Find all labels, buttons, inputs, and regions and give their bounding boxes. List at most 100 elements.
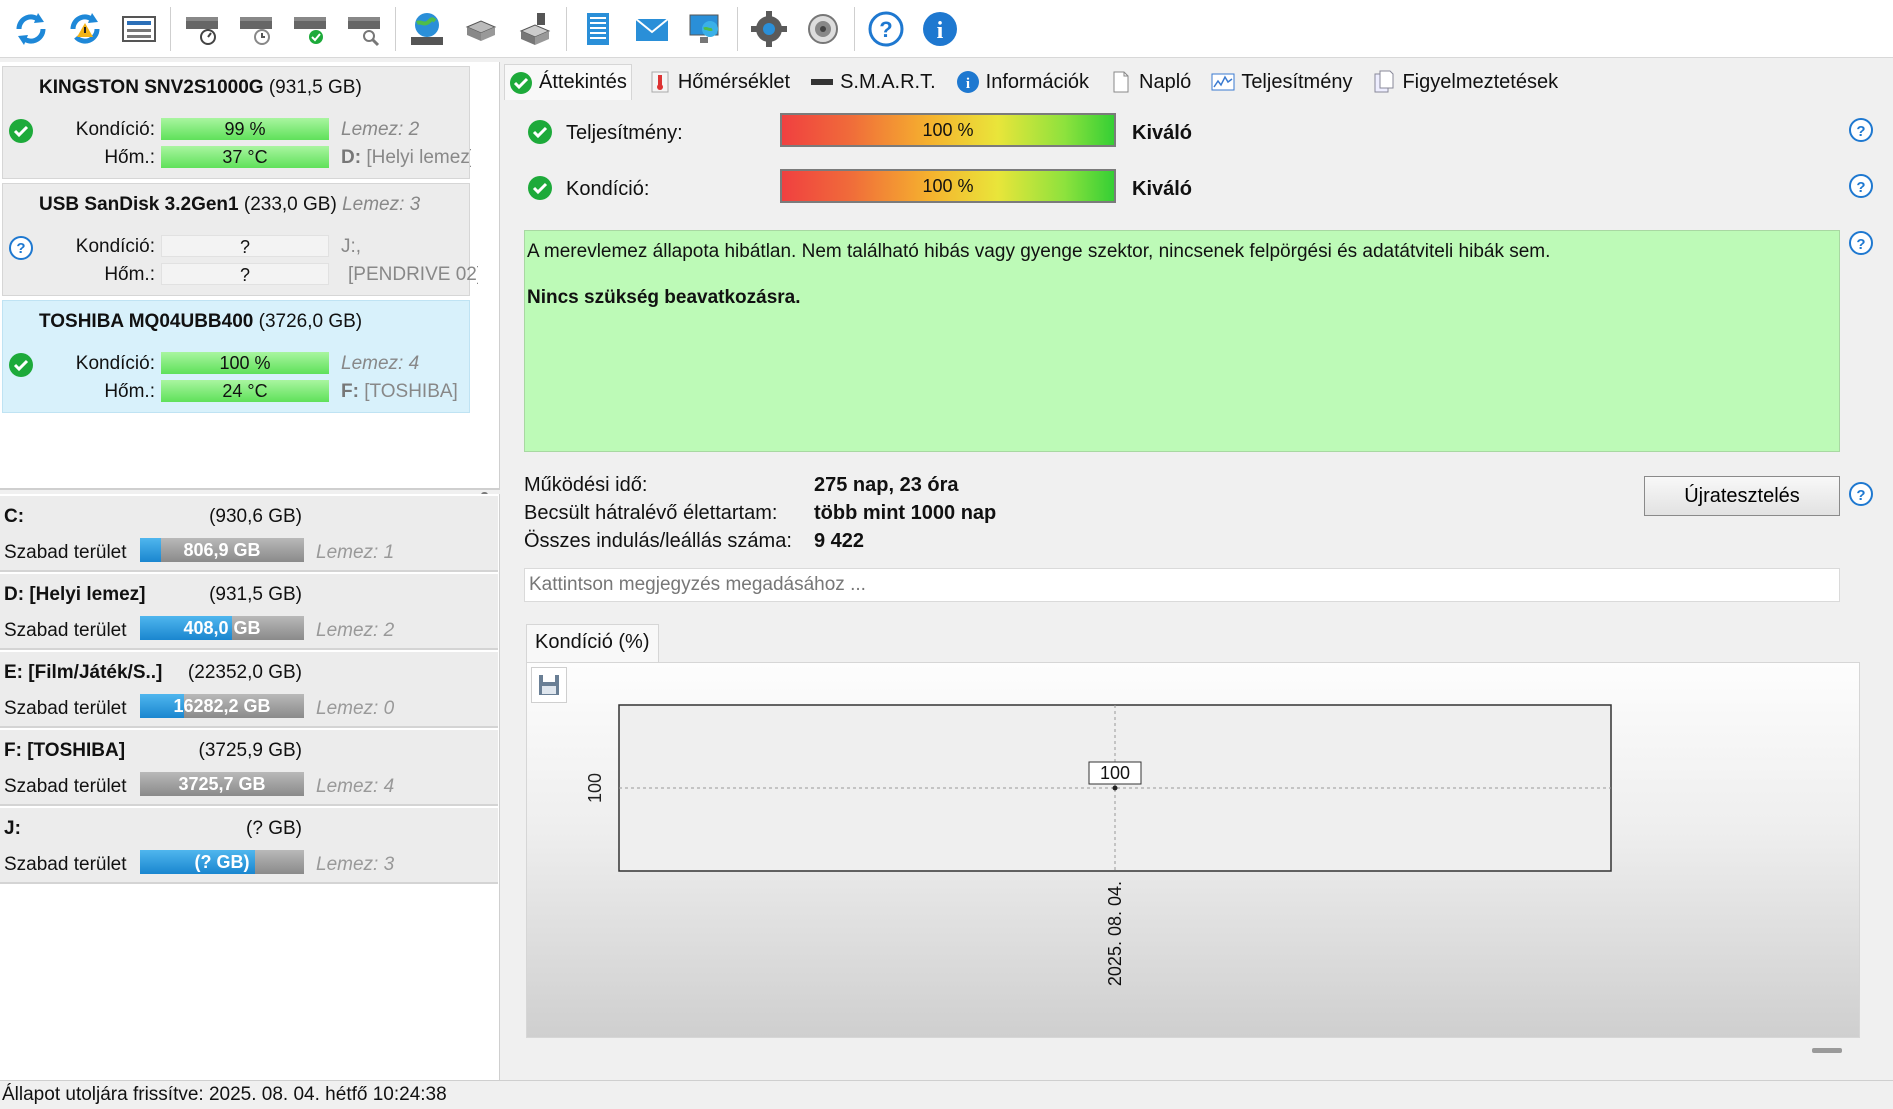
volume-name: E: [Film/Játék/S..] [4,662,163,683]
free-space-bar: 3725,7 GB [140,772,304,796]
tab-performance[interactable]: Teljesítmény [1207,64,1356,100]
volume-disk: Lemez: 0 [316,698,395,719]
toolbar-separator [170,6,171,51]
refresh-icon[interactable] [6,4,56,54]
disk-item-toshiba[interactable]: TOSHIBA MQ04UBB400 (3726,0 GB) Kondíció:… [2,300,470,413]
volume-size: (? GB) [246,818,302,839]
uptime-value: 275 nap, 23 óra [814,474,959,496]
performance-rating: Kiváló [1132,122,1193,144]
temp-bar: ? [161,263,329,285]
gear-icon[interactable] [744,4,794,54]
tab-temperature[interactable]: Hőmérséklet [644,64,794,100]
help-icon[interactable]: ? [1848,481,1874,507]
starts-value: 9 422 [814,530,865,552]
condition-rating: Kiváló [1132,178,1193,200]
lifetime-label: Becsült hátralévő élettartam: [524,502,778,524]
info-icon: i [956,71,979,93]
help-icon[interactable]: ? [1848,230,1874,256]
disk-check-icon[interactable] [285,4,335,54]
free-space-label: Szabad terület [4,698,127,719]
drive-name: [PENDRIVE 02] [348,264,478,285]
toolbar-separator [737,6,738,51]
lifetime-value: több mint 1000 nap [814,502,997,524]
volume-name: F: [TOSHIBA] [4,740,126,761]
drive-letters: J:, [341,236,362,257]
refresh-warning-icon[interactable] [60,4,110,54]
disk-title: TOSHIBA MQ04UBB400 (3726,0 GB) [39,311,363,332]
svg-text:i: i [966,76,970,92]
volume-item-f[interactable]: F: [TOSHIBA] (3725,9 GB) Szabad terület … [0,730,498,806]
note-input[interactable] [524,568,1840,602]
svg-text:?: ? [1856,123,1865,140]
speaker-icon[interactable] [798,4,848,54]
tab-overview[interactable]: Áttekintés [504,64,632,100]
volume-size: (931,5 GB) [209,584,302,605]
document-icon [1113,71,1129,93]
disk-search-icon[interactable] [339,4,389,54]
volume-disk: Lemez: 2 [316,620,395,641]
volume-name: J: [4,818,21,839]
status-message-box: A merevlemez állapota hibátlan. Nem talá… [524,230,1840,452]
toolbar-separator [566,6,567,51]
retest-button[interactable]: Újratesztelés [1644,476,1840,516]
volume-disk: Lemez: 1 [316,542,395,563]
data-point [1112,785,1118,791]
performance-label: Teljesítmény: [566,122,683,144]
temp-bar: 24 °C [161,380,329,402]
volume-disk: Lemez: 3 [316,854,395,875]
temp-label: Hőm.: [104,147,155,168]
network-globe-icon[interactable] [402,4,452,54]
volume-item-e[interactable]: E: [Film/Játék/S..] (22352,0 GB) Szabad … [0,652,498,728]
status-message: A merevlemez állapota hibátlan. Nem talá… [527,241,1551,262]
tab-log[interactable]: Napló [1105,64,1195,100]
help-icon[interactable]: ? [861,4,911,54]
condition-label: Kondíció: [75,119,155,140]
performance-chart-icon [1211,73,1235,91]
free-space-bar: 408,0 GB [140,616,304,640]
chart-plot: 100 100 2025. 08. 04. [585,704,1612,986]
drive-export-icon[interactable] [510,4,560,54]
info-icon[interactable]: i [915,4,965,54]
help-icon[interactable]: ? [1848,173,1874,199]
condition-bar: 100 % [780,169,1116,203]
notepad-icon[interactable] [573,4,623,54]
data-label: 100 [1100,763,1130,783]
disk-item-sandisk[interactable]: USB SanDisk 3.2Gen1 (233,0 GB) Lemez: 3 … [2,183,478,296]
temp-label: Hőm.: [104,264,155,285]
tab-information[interactable]: i Információk [952,64,1093,100]
volume-list: C: (930,6 GB) Szabad terület 806,9 GB Le… [0,494,500,1080]
tab-warnings[interactable]: Figyelmeztetések [1368,64,1562,100]
volume-size: (22352,0 GB) [187,662,302,683]
free-space-bar: (? GB) [140,850,304,874]
volume-name: C: [4,506,25,527]
chart-tab-condition[interactable]: Kondíció (%) [526,624,659,662]
condition-label: Kondíció: [75,353,155,374]
volume-item-j[interactable]: J: (? GB) Szabad terület (? GB) Lemez: 3 [0,808,498,884]
volume-name: D: [Helyi lemez] [4,584,146,605]
drive-letters: D: [Helyi lemez] [341,147,471,168]
collapse-icon[interactable] [1812,1048,1842,1053]
help-icon[interactable]: ? [1848,117,1874,143]
toolbar: ? i [0,0,1893,58]
volume-item-d[interactable]: D: [Helyi lemez] (931,5 GB) Szabad terül… [0,574,498,650]
y-tick-label: 100 [585,773,605,803]
tab-smart[interactable]: S.M.A.R.T. [806,64,940,100]
disk-number: Lemez: 4 [341,353,420,374]
drive-stack-icon[interactable] [456,4,506,54]
condition-label: Kondíció: [566,178,650,200]
disk-title: USB SanDisk 3.2Gen1 (233,0 GB) Lemez: 3 [39,194,421,215]
uptime-label: Működési idő: [524,474,648,496]
volume-size: (930,6 GB) [209,506,302,527]
monitor-globe-icon[interactable] [681,4,731,54]
disk-settings-icon[interactable] [114,4,164,54]
status-recommendation: Nincs szükség beavatkozásra. [527,287,801,308]
free-space-bar: 806,9 GB [140,538,304,562]
starts-label: Összes indulás/leállás száma: [524,530,792,552]
volume-item-c[interactable]: C: (930,6 GB) Szabad terület 806,9 GB Le… [0,496,498,572]
details-panel: Áttekintés Hőmérséklet S.M.A.R.T. i Info… [504,62,1893,1078]
x-tick-label: 2025. 08. 04. [1105,881,1125,986]
disk-clock-icon[interactable] [231,4,281,54]
mail-icon[interactable] [627,4,677,54]
disk-item-kingston[interactable]: KINGSTON SNV2S1000G (931,5 GB) Kondíció:… [2,66,471,179]
disk-speed-icon[interactable] [177,4,227,54]
